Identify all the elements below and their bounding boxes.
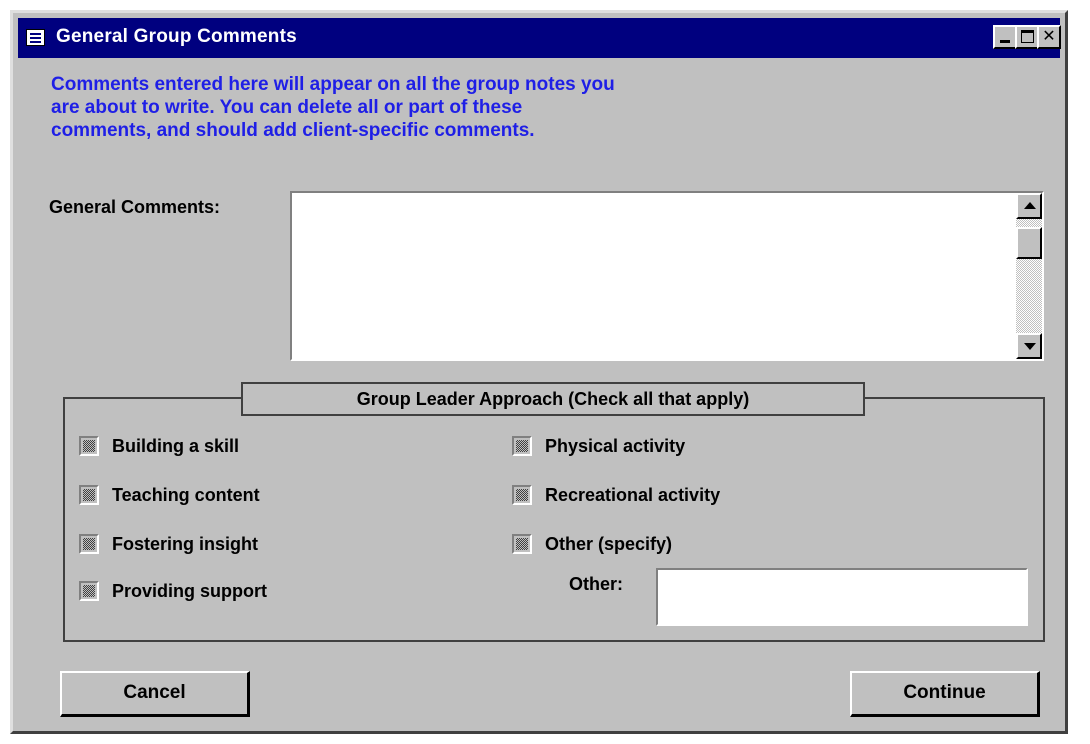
group-leader-title: Group Leader Approach (Check all that ap… — [241, 382, 865, 416]
other-input[interactable] — [656, 568, 1028, 626]
scroll-down-button[interactable] — [1016, 333, 1042, 359]
maximize-icon — [1021, 30, 1034, 43]
checkbox-label: Fostering insight — [112, 533, 258, 554]
checkbox-providing-support[interactable]: Providing support — [79, 578, 267, 604]
arrow-down-icon — [1024, 343, 1036, 350]
checkbox-teaching-content[interactable]: Teaching content — [79, 482, 260, 508]
minimize-icon — [1000, 40, 1010, 43]
continue-button[interactable]: Continue — [850, 671, 1040, 717]
checkbox-label: Providing support — [112, 580, 267, 601]
cancel-button[interactable]: Cancel — [60, 671, 250, 717]
form-icon — [26, 29, 45, 46]
general-comments-textarea[interactable] — [290, 191, 1044, 361]
maximize-button[interactable] — [1015, 25, 1039, 49]
arrow-up-icon — [1024, 202, 1036, 209]
checkbox[interactable] — [79, 485, 99, 505]
window-title: General Group Comments — [56, 26, 297, 47]
checkbox[interactable] — [79, 581, 99, 601]
checkbox-fostering-insight[interactable]: Fostering insight — [79, 531, 258, 557]
checkbox[interactable] — [79, 436, 99, 456]
intro-line: comments, and should add client-specific… — [51, 120, 535, 141]
checkbox-label: Recreational activity — [545, 484, 721, 505]
other-label: Other: — [569, 574, 623, 594]
checkbox[interactable] — [79, 534, 99, 554]
scroll-thumb[interactable] — [1016, 227, 1042, 259]
checkbox-label: Other (specify) — [545, 533, 673, 554]
checkbox-other-specify[interactable]: Other (specify) — [512, 531, 672, 557]
intro-line: Comments entered here will appear on all… — [51, 74, 615, 95]
vertical-scrollbar[interactable] — [1016, 193, 1042, 359]
scroll-up-button[interactable] — [1016, 193, 1042, 219]
checkbox-building-skill[interactable]: Building a skill — [79, 433, 239, 459]
checkbox[interactable] — [512, 436, 532, 456]
checkbox-recreational-activity[interactable]: Recreational activity — [512, 482, 720, 508]
checkbox-label: Teaching content — [112, 484, 260, 505]
checkbox[interactable] — [512, 534, 532, 554]
close-button[interactable]: ✕ — [1037, 25, 1061, 49]
checkbox[interactable] — [512, 485, 532, 505]
intro-line: are about to write. You can delete all o… — [51, 97, 523, 118]
checkbox-label: Physical activity — [545, 435, 686, 456]
title-bar[interactable]: General Group Comments ✕ — [18, 18, 1061, 58]
general-comments-label: General Comments: — [49, 197, 221, 217]
minimize-button[interactable] — [993, 25, 1017, 49]
intro-text: Comments entered here will appear on all… — [51, 73, 831, 142]
dialog-window: General Group Comments ✕ Comments entere… — [10, 10, 1068, 734]
checkbox-physical-activity[interactable]: Physical activity — [512, 433, 685, 459]
close-icon: ✕ — [1042, 28, 1056, 45]
checkbox-label: Building a skill — [112, 435, 240, 456]
